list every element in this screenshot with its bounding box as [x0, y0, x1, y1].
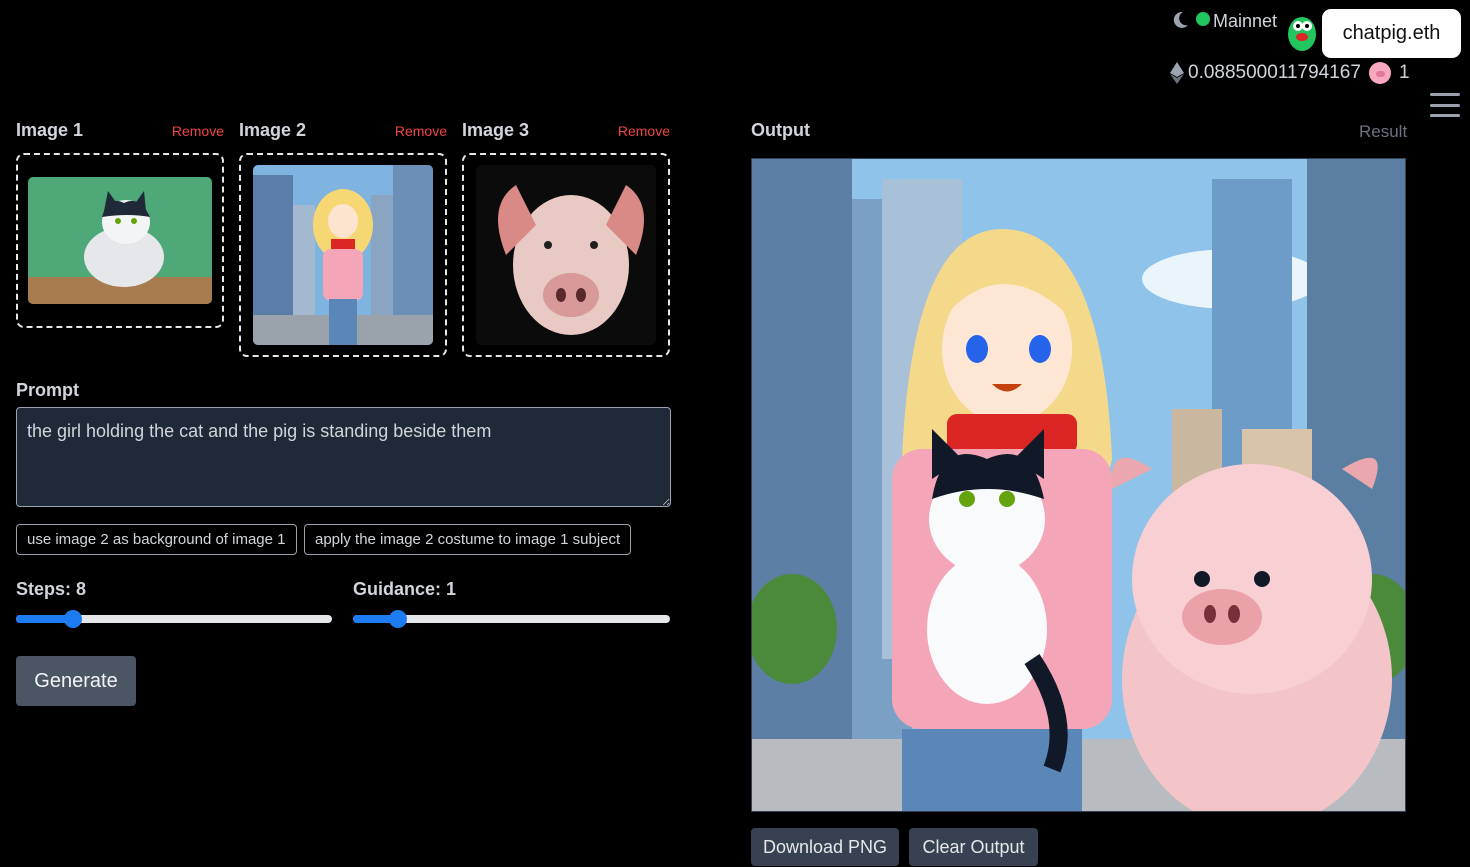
- image-2-girl-thumbnail: [253, 165, 433, 345]
- image-2-dropzone[interactable]: [239, 153, 447, 357]
- account-button[interactable]: chatpig.eth: [1322, 9, 1461, 58]
- guidance-slider[interactable]: [353, 610, 670, 628]
- clear-output-button[interactable]: Clear Output: [909, 828, 1038, 866]
- image-2-title: Image 2: [239, 120, 307, 140]
- steps-slider[interactable]: [16, 610, 332, 628]
- generate-button[interactable]: Generate: [16, 656, 136, 706]
- ethereum-icon: [1170, 62, 1184, 84]
- network-label[interactable]: Mainnet: [1213, 11, 1277, 32]
- result-tab[interactable]: Result: [1359, 122, 1407, 142]
- network-status-dot: [1196, 12, 1210, 26]
- output-image: [751, 158, 1406, 812]
- pig-token-icon: [1368, 62, 1391, 84]
- image-1-cat-thumbnail: [28, 177, 212, 304]
- output-illustration: [752, 159, 1405, 811]
- theme-moon-icon[interactable]: [1170, 10, 1190, 30]
- suggestion-chip-costume[interactable]: apply the image 2 costume to image 1 sub…: [304, 524, 632, 555]
- image-3-pig-thumbnail: [476, 165, 656, 345]
- prompt-label: Prompt: [16, 380, 79, 400]
- account-avatar-icon: [1288, 17, 1316, 51]
- image-3-header: Image 3 Remove: [462, 120, 670, 141]
- output-label: Output: [751, 120, 810, 140]
- image-2-remove-button[interactable]: Remove: [395, 123, 447, 139]
- download-png-button[interactable]: Download PNG: [751, 828, 899, 866]
- guidance-label: Guidance: 1: [353, 579, 457, 599]
- steps-slider-handle[interactable]: [64, 610, 82, 628]
- image-1-title: Image 1: [16, 120, 84, 140]
- guidance-slider-handle[interactable]: [389, 610, 407, 628]
- balance-display: 0.088500011794167 1: [1170, 62, 1410, 84]
- image-2-header: Image 2 Remove: [239, 120, 447, 141]
- image-3-remove-button[interactable]: Remove: [618, 123, 670, 139]
- hamburger-menu-icon[interactable]: [1430, 93, 1460, 117]
- image-1-header: Image 1 Remove: [16, 120, 224, 141]
- token-count: 1: [1398, 62, 1410, 83]
- steps-label: Steps: 8: [16, 579, 87, 599]
- prompt-textarea[interactable]: the girl holding the cat and the pig is …: [16, 407, 671, 507]
- image-3-title: Image 3: [462, 120, 530, 140]
- eth-balance: 0.088500011794167: [1188, 62, 1361, 83]
- image-1-dropzone[interactable]: [16, 153, 224, 328]
- image-1-remove-button[interactable]: Remove: [172, 123, 224, 139]
- image-3-dropzone[interactable]: [462, 153, 670, 357]
- suggestion-chip-background[interactable]: use image 2 as background of image 1: [16, 524, 297, 555]
